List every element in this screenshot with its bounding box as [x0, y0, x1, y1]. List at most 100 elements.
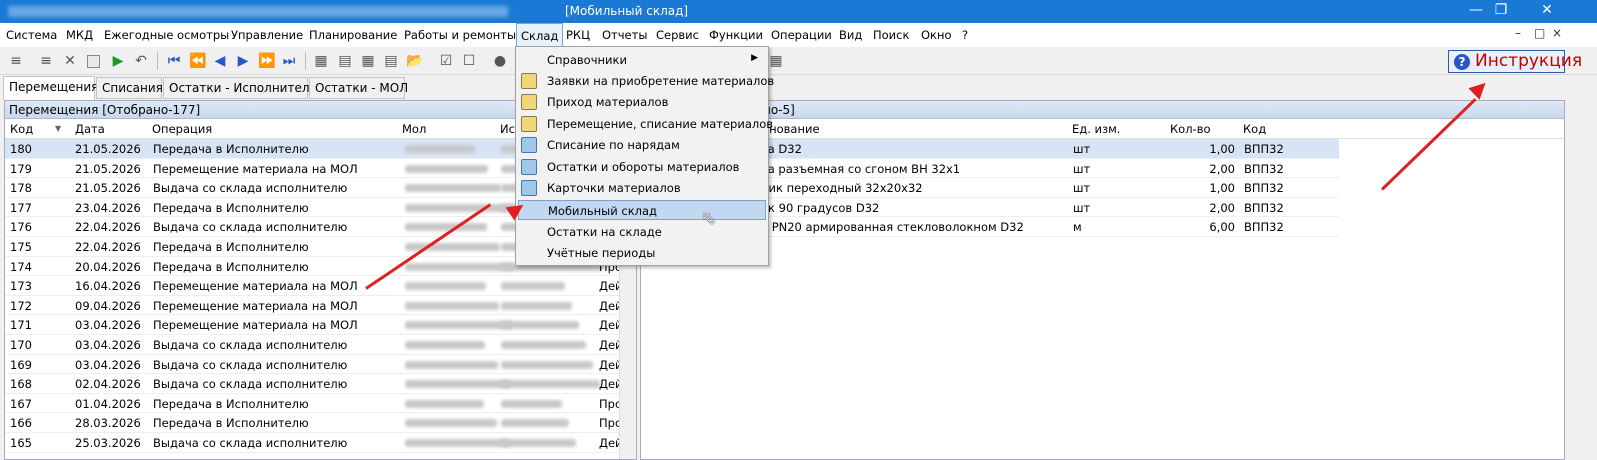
menu-item-label: Остатки на складе: [547, 225, 662, 239]
menu-functions[interactable]: Функции: [709, 28, 763, 42]
delete-icon[interactable]: ✕: [62, 53, 78, 69]
last-record-icon[interactable]: ⏭: [281, 53, 297, 69]
menu-planning[interactable]: Планирование: [309, 28, 397, 42]
menu-window[interactable]: Окно: [921, 28, 952, 42]
menu-annual-inspections[interactable]: Ежегодные осмотры: [104, 28, 229, 42]
tab-balances-executors[interactable]: Остатки - Исполнители: [163, 77, 317, 99]
transfer-icon: [521, 116, 537, 132]
menu-item-writeoff-orders[interactable]: Списание по нарядам: [518, 135, 766, 155]
materials-column-header: енование Ед. изм. Кол-во Код: [641, 119, 1564, 139]
next-page-icon[interactable]: ⏩: [258, 53, 275, 69]
col-qty[interactable]: Кол-во: [1170, 122, 1211, 136]
cell-unit: шт: [1073, 142, 1091, 156]
undo-icon[interactable]: ↶: [133, 53, 149, 69]
cell-name: а PN20 армированная стекловолокном D32: [761, 220, 1024, 235]
prev-record-icon[interactable]: ◀: [212, 53, 228, 69]
table-row[interactable]: 168 02.04.2026 Выдача со склада исполнител…: [5, 374, 636, 394]
menu-rkc[interactable]: РКЦ: [566, 28, 590, 42]
open-folder-icon[interactable]: 📂: [406, 53, 423, 69]
cell-date: 03.04.2026: [75, 357, 141, 372]
table-row[interactable]: 167 01.04.2026 Передача в Исполнителю Про: [5, 394, 636, 414]
tab-writeoffs[interactable]: Списания: [96, 77, 163, 99]
cell-mat-code: ВПП32: [1244, 181, 1284, 196]
redacted-mol: [405, 321, 512, 330]
menu-mkd[interactable]: МКД: [66, 28, 93, 42]
col-operation[interactable]: Операция: [152, 122, 212, 136]
table-row[interactable]: 170 03.04.2026 Выдача со склада исполнител…: [5, 335, 636, 355]
redacted-executor: [501, 438, 576, 447]
menu-item-balances-turnover[interactable]: Остатки и обороты материалов: [518, 157, 766, 177]
col-unit[interactable]: Ед. изм.: [1072, 122, 1120, 136]
menu-item-accounting-periods[interactable]: Учётные периоды: [518, 243, 766, 263]
next-record-icon[interactable]: ▶: [235, 53, 251, 69]
col-code[interactable]: Код: [10, 122, 33, 136]
mdi-minimize-icon[interactable]: –: [1515, 26, 1521, 40]
cell-code: 168: [10, 377, 32, 392]
menu-item-purchase-requests[interactable]: Заявки на приобретение материалов: [518, 71, 774, 91]
print-icon[interactable]: ▤: [383, 53, 399, 69]
stop-icon[interactable]: [87, 55, 100, 68]
menu-help[interactable]: ?: [962, 28, 968, 42]
redacted-mol: [405, 145, 475, 153]
table-row[interactable]: 169 03.04.2026 Выдача со склада исполнител…: [5, 355, 636, 375]
list-icon[interactable]: ▤: [337, 53, 353, 69]
menu-view[interactable]: Вид: [839, 28, 862, 42]
first-record-icon[interactable]: ⏮: [166, 53, 182, 69]
menu-sistema[interactable]: Система: [6, 28, 57, 42]
table-row[interactable]: 171 03.04.2026 Перемещение материала на МО…: [5, 315, 636, 335]
check-icon[interactable]: ☑: [438, 53, 454, 69]
menu-reports[interactable]: Отчеты: [602, 28, 647, 42]
mdi-close-icon[interactable]: ×: [1552, 26, 1562, 40]
menu-item-label: Карточки материалов: [547, 181, 681, 195]
cell-date: 01.04.2026: [75, 396, 141, 411]
table-row[interactable]: 172 09.04.2026 Перемещение материала на МО…: [5, 296, 636, 316]
cell-code: 175: [10, 239, 32, 254]
run-icon[interactable]: ▶: [110, 53, 126, 69]
cards-icon: [521, 180, 537, 196]
cell-date: 22.04.2026: [75, 220, 141, 235]
table-icon[interactable]: ▦: [360, 53, 376, 69]
orders-icon: [521, 137, 537, 153]
prev-page-icon[interactable]: ⏪: [189, 53, 206, 69]
menu-search[interactable]: Поиск: [873, 28, 909, 42]
menu-item-mobile-warehouse[interactable]: Мобильный склад: [518, 200, 766, 220]
form-icon[interactable]: ▦: [313, 53, 329, 69]
instruction-button[interactable]: ? Инструкция: [1448, 50, 1582, 73]
redacted-mol: [405, 223, 487, 232]
menu-works[interactable]: Работы и ремонты: [404, 28, 516, 42]
menu-item-label: Остатки и обороты материалов: [547, 160, 740, 174]
filter-icon[interactable]: ≡: [8, 53, 24, 69]
restore-icon[interactable]: ❐: [1478, 0, 1524, 23]
request-doc-icon: [521, 73, 537, 89]
redacted-executor: [501, 282, 565, 291]
binoculars-icon[interactable]: ●: [492, 53, 508, 69]
tab-balances-mol[interactable]: Остатки - МОЛ: [309, 77, 408, 99]
checkbox-icon[interactable]: ☐: [461, 53, 477, 69]
cell-qty: 1,00: [1209, 142, 1235, 156]
window-title: [Мобильный склад]: [565, 4, 689, 18]
menu-item-label: Учётные периоды: [547, 246, 656, 260]
menu-operations[interactable]: Операции: [771, 28, 832, 42]
menu-item-stock-balances[interactable]: Остатки на складе: [518, 222, 766, 242]
close-icon[interactable]: ✕: [1524, 0, 1570, 23]
menu-item-material-cards[interactable]: Карточки материалов: [518, 178, 766, 198]
tab-movements[interactable]: Перемещения: [3, 76, 98, 100]
menu-service[interactable]: Сервис: [656, 28, 699, 42]
grid-icon[interactable]: ▦: [768, 53, 784, 69]
col-mat-code[interactable]: Код: [1243, 122, 1266, 136]
cell-date: 21.05.2026: [75, 142, 141, 156]
menu-item-directories[interactable]: Справочники ▶: [518, 50, 766, 70]
col-date[interactable]: Дата: [75, 122, 105, 136]
cell-date: 28.03.2026: [75, 416, 141, 431]
table-row[interactable]: 173 16.04.2026 Перемещение материала на МО…: [5, 276, 636, 296]
mdi-restore-icon[interactable]: □: [1534, 26, 1545, 40]
col-mol[interactable]: Мол: [402, 122, 426, 136]
menu-management[interactable]: Управление: [231, 28, 303, 42]
cell-operation: Выдача со склада исполнителю: [153, 377, 348, 392]
sort-icon[interactable]: ≡: [38, 53, 54, 69]
table-row[interactable]: 165 25.03.2026 Выдача со склада исполнител…: [5, 433, 636, 453]
menu-item-receipt[interactable]: Приход материалов: [518, 92, 766, 112]
menu-sklad[interactable]: Склад: [516, 23, 564, 47]
table-row[interactable]: 166 28.03.2026 Передача в Исполнителю Про: [5, 413, 636, 433]
menu-item-transfer-writeoff[interactable]: Перемещение, списание материалов: [518, 114, 773, 134]
